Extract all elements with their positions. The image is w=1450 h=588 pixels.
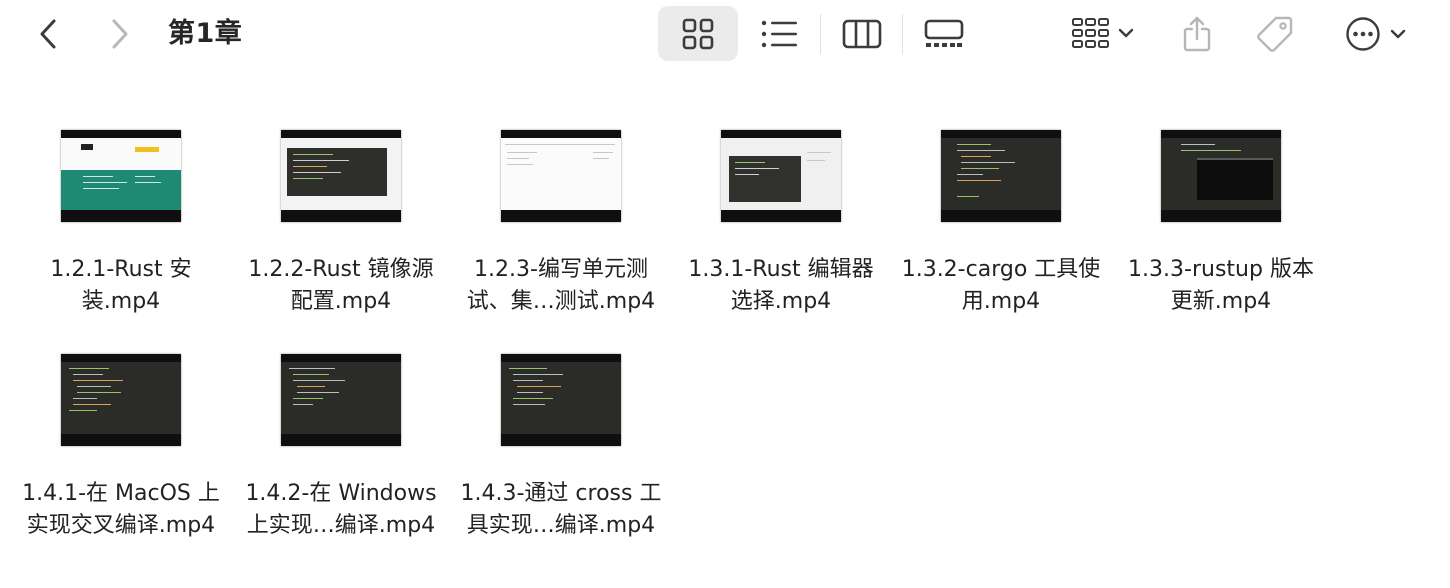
file-name-line: 配置.mp4 [290, 289, 392, 314]
file-name-line: 更新.mp4 [1170, 289, 1272, 314]
file-name-line: 装.mp4 [81, 289, 161, 314]
video-thumbnail [281, 130, 401, 222]
group-by-icon [1072, 18, 1109, 48]
grid-icon [682, 18, 714, 49]
video-thumbnail [1161, 130, 1281, 222]
video-thumbnail [61, 130, 181, 222]
file-name: 1.3.3-rustup 版本 更新.mp4 [1111, 254, 1331, 318]
column-view-button[interactable] [832, 6, 892, 61]
columns-icon [842, 19, 882, 48]
file-name-line: 1.2.3-编写单元测 [474, 257, 648, 282]
video-thumbnail [61, 354, 181, 446]
file-name: 1.3.1-Rust 编辑器 选择.mp4 [671, 254, 891, 318]
file-name-line: 1.2.1-Rust 安 [50, 257, 192, 282]
file-name: 1.2.1-Rust 安 装.mp4 [11, 254, 231, 318]
file-item[interactable]: 1.2.2-Rust 镜像源 配置.mp4 [231, 100, 451, 320]
file-name-line: 实现交叉编译.mp4 [26, 513, 216, 538]
file-name: 1.2.3-编写单元测 试、集…测试.mp4 [451, 254, 671, 318]
icon-view-button[interactable] [658, 6, 738, 61]
file-name: 1.4.2-在 Windows 上实现…编译.mp4 [231, 478, 451, 542]
back-button[interactable] [30, 14, 66, 54]
tag-button[interactable] [1250, 8, 1300, 60]
window-title: 第1章 [168, 18, 243, 49]
file-name: 1.4.3-通过 cross 工 具实现…编译.mp4 [451, 478, 671, 542]
chevron-down-icon [1390, 29, 1406, 39]
gallery-view-button[interactable] [914, 6, 974, 61]
more-actions-button[interactable] [1336, 8, 1416, 60]
forward-button[interactable] [102, 14, 138, 54]
file-name-line: 1.4.2-在 Windows [245, 481, 437, 506]
list-view-button[interactable] [750, 6, 810, 61]
video-thumbnail [501, 354, 621, 446]
file-name-line: 1.3.3-rustup 版本 [1128, 257, 1314, 282]
file-name-line: 1.3.2-cargo 工具使 [901, 257, 1101, 282]
video-thumbnail [501, 130, 621, 222]
file-item[interactable]: 1.2.3-编写单元测 试、集…测试.mp4 [451, 100, 671, 320]
file-item[interactable]: 1.4.1-在 MacOS 上 实现交叉编译.mp4 [11, 324, 231, 554]
file-name: 1.3.2-cargo 工具使 用.mp4 [891, 254, 1111, 318]
file-name-line: 1.3.1-Rust 编辑器 [688, 257, 874, 282]
file-item[interactable]: 1.3.1-Rust 编辑器 选择.mp4 [671, 100, 891, 320]
gallery-icon [924, 19, 964, 47]
file-item[interactable]: 1.2.1-Rust 安 装.mp4 [11, 100, 231, 320]
video-thumbnail [941, 130, 1061, 222]
list-icon [761, 20, 797, 47]
file-name-line: 具实现…编译.mp4 [466, 513, 656, 538]
file-item[interactable]: 1.4.2-在 Windows 上实现…编译.mp4 [231, 324, 451, 554]
file-name-line: 用.mp4 [961, 289, 1041, 314]
file-name-line: 选择.mp4 [730, 289, 832, 314]
toolbar: 第1章 [0, 0, 1450, 70]
ellipsis-circle-icon [1346, 17, 1380, 51]
file-name-line: 试、集…测试.mp4 [466, 289, 656, 314]
file-name: 1.4.1-在 MacOS 上 实现交叉编译.mp4 [11, 478, 231, 542]
group-by-button[interactable] [1060, 8, 1146, 58]
tag-icon [1257, 16, 1293, 52]
file-name-line: 1.2.2-Rust 镜像源 [248, 257, 434, 282]
video-thumbnail [281, 354, 401, 446]
file-name-line: 1.4.1-在 MacOS 上 [22, 481, 220, 506]
chevron-down-icon [1118, 28, 1134, 38]
chevron-left-icon [40, 19, 56, 49]
file-item[interactable]: 1.4.3-通过 cross 工 具实现…编译.mp4 [451, 324, 671, 554]
file-item[interactable]: 1.3.2-cargo 工具使 用.mp4 [891, 100, 1111, 320]
file-name-line: 上实现…编译.mp4 [246, 513, 436, 538]
chevron-right-icon [112, 19, 128, 49]
file-item[interactable]: 1.3.3-rustup 版本 更新.mp4 [1111, 100, 1331, 320]
file-name-line: 1.4.3-通过 cross 工 [460, 481, 662, 506]
file-name: 1.2.2-Rust 镜像源 配置.mp4 [231, 254, 451, 318]
file-grid: 1.2.1-Rust 安 装.mp4 1.2.2-Rust 镜像源 配置.mp4 [0, 100, 1450, 570]
share-icon [1183, 16, 1211, 52]
video-thumbnail [721, 130, 841, 222]
share-button[interactable] [1172, 8, 1222, 60]
